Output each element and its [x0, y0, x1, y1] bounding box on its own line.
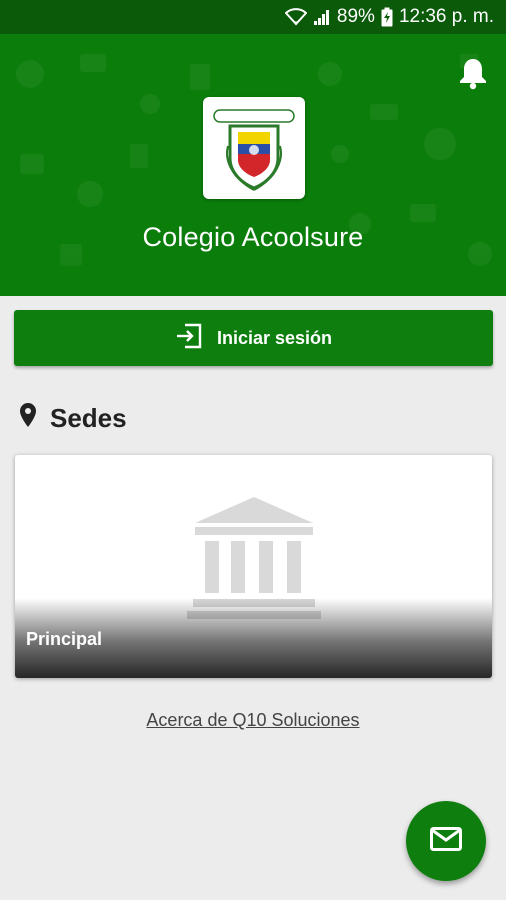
sedes-title-text: Sedes [50, 403, 127, 433]
sedes-section-title: Sedes [20, 403, 127, 434]
about-link[interactable]: Acerca de Q10 Soluciones [0, 710, 506, 731]
contact-fab[interactable] [406, 801, 486, 881]
battery-percent: 89% [336, 6, 375, 27]
mail-icon [430, 826, 462, 856]
sede-card-label: Principal [26, 629, 103, 649]
school-name: Colegio Acoolsure [142, 222, 364, 252]
wifi-icon [284, 8, 307, 26]
status-bar: 89% 12:36 p. m. [0, 0, 506, 34]
signal-icon [313, 8, 331, 26]
header-banner: Colegio Acoolsure [0, 34, 506, 296]
location-pin-icon [20, 403, 36, 434]
login-label: Iniciar sesión [216, 327, 333, 348]
sede-card[interactable]: Principal [15, 455, 492, 678]
bell-icon[interactable] [458, 56, 488, 90]
login-button[interactable]: Iniciar sesión [14, 310, 493, 366]
school-logo [203, 97, 305, 199]
status-time: 12:36 p. m. [398, 6, 494, 27]
login-icon [175, 323, 203, 354]
battery-icon [381, 7, 393, 27]
